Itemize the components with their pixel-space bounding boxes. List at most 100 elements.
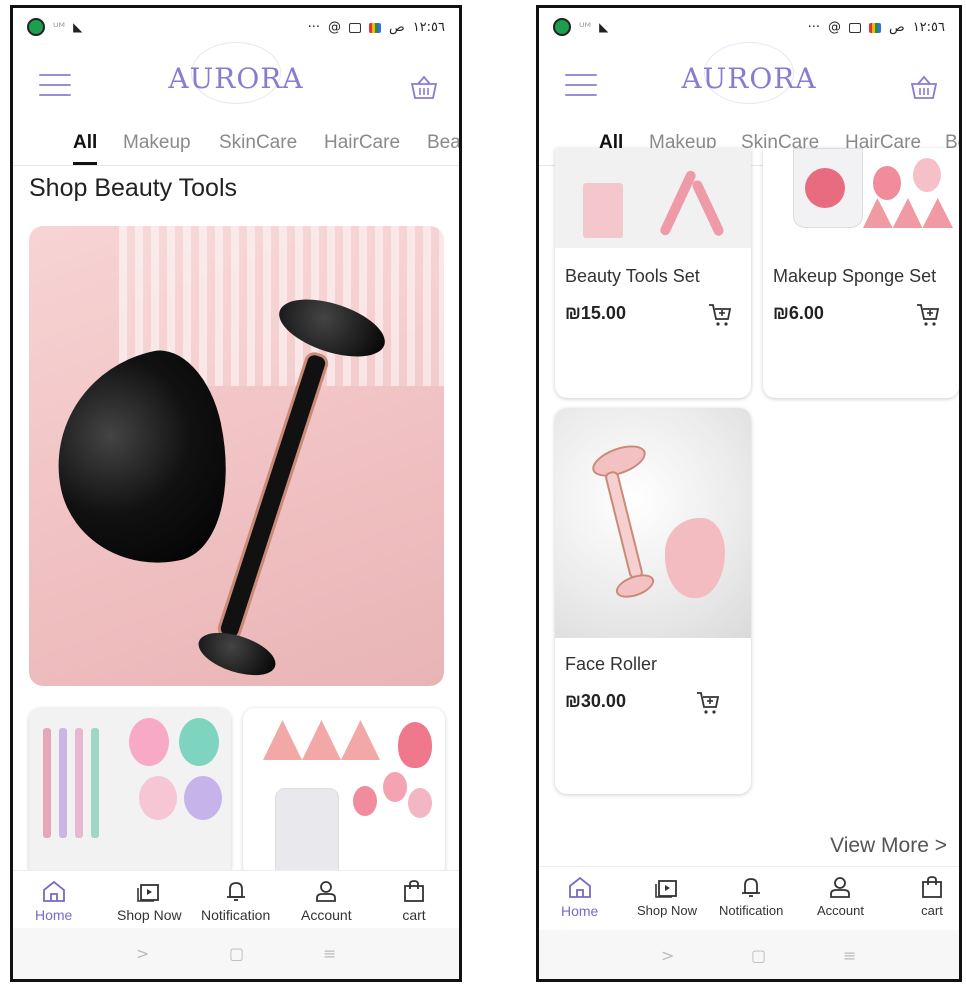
view-more-link[interactable]: View More > (830, 834, 947, 858)
sponge-mint (179, 718, 219, 766)
threads-icon: @ (827, 20, 841, 35)
product-image-beauty-tools-set (555, 148, 751, 248)
brand-logo: AURORA (681, 62, 817, 95)
active-tab-indicator (73, 162, 97, 165)
sponge-coral (398, 722, 432, 768)
nav-notification[interactable]: Notification (719, 875, 783, 918)
phone-screen-home-scrolled: ᵁᴹ ◣ ··· @ ص ١٢:٥٦ AURORA All Makeup Ski… (536, 5, 962, 982)
category-tabs: All Makeup SkinCare HairCare Bea (13, 120, 459, 166)
product-card-sponges[interactable] (243, 708, 445, 878)
shop-now-icon (137, 884, 160, 902)
sponge-jar (275, 788, 339, 878)
product-card-makeup-sponge-set[interactable]: Makeup Sponge Set ₪6.00 (763, 148, 959, 398)
nav-account-label: Account (301, 907, 352, 923)
status-period: ص (888, 20, 905, 35)
system-back-button[interactable]: > (661, 946, 674, 965)
nav-shop-now[interactable]: Shop Now (637, 875, 697, 918)
shopping-bag-icon (922, 876, 942, 898)
system-home-button[interactable]: ▢ (751, 946, 766, 965)
nav-notification-label: Notification (201, 907, 271, 923)
basket-icon[interactable] (909, 74, 939, 100)
product-name: Beauty Tools Set (565, 266, 700, 286)
meet-icon (868, 22, 881, 33)
nav-account[interactable]: Account (817, 875, 864, 918)
product-card-face-roller[interactable]: Face Roller ₪30.00 (555, 408, 751, 794)
system-navigation: > ▢ ≡ (13, 928, 459, 979)
nav-notification[interactable]: Notification (201, 879, 270, 923)
home-icon (568, 876, 591, 898)
phone-screen-home-top: ᵁᴹ ◣ ··· @ ص ١٢:٥٦ AURORA All Makeup Ski… (10, 5, 462, 982)
add-to-cart-icon[interactable] (695, 690, 721, 716)
sponge-pink (129, 718, 169, 766)
brand-logo: AURORA (168, 62, 304, 95)
product-price: ₪6.00 (773, 303, 824, 323)
bell-icon (226, 882, 245, 901)
powder-puff-row (263, 720, 380, 760)
nav-home-label: Home (35, 907, 73, 923)
add-to-cart-icon[interactable] (707, 302, 733, 328)
status-time: ١٢:٥٦ (912, 20, 945, 35)
nav-shop-now[interactable]: Shop Now (117, 879, 182, 923)
product-price: ₪30.00 (565, 691, 626, 711)
basket-icon[interactable] (409, 74, 439, 100)
product-card-tweezers[interactable] (29, 708, 231, 878)
app-status-icon (27, 18, 45, 36)
roller-handle (215, 349, 331, 643)
add-to-cart-icon[interactable] (915, 302, 941, 328)
tweezer-mint (91, 728, 99, 838)
tab-all[interactable]: All (73, 132, 97, 154)
signal-icon: ◣ (73, 20, 83, 34)
product-name: Makeup Sponge Set (773, 266, 937, 286)
hamburger-menu-icon[interactable] (39, 74, 71, 96)
video-icon (848, 22, 861, 33)
nav-cart[interactable]: cart (401, 879, 427, 923)
nav-home-label: Home (561, 903, 599, 919)
nav-home[interactable]: Home (561, 875, 598, 919)
sponge-small-2 (383, 772, 407, 802)
shopping-bag-icon (404, 880, 424, 902)
nav-cart-label: cart (402, 907, 426, 923)
status-time: ١٢:٥٦ (412, 20, 445, 35)
system-navigation: > ▢ ≡ (539, 930, 959, 979)
tab-beauty[interactable]: Bea (427, 132, 459, 154)
app-status-icon (553, 18, 571, 36)
tweezer-pink (43, 728, 51, 838)
wave-status-icon: ᵁᴹ (579, 20, 592, 34)
section-title: Shop Beauty Tools (29, 174, 238, 202)
hero-banner-image[interactable] (29, 226, 444, 686)
nav-home[interactable]: Home (35, 879, 72, 923)
tweezer-purple (59, 728, 67, 838)
threads-icon: @ (327, 20, 341, 35)
tweezer-rose (75, 728, 83, 838)
nav-shop-now-label: Shop Now (117, 907, 182, 923)
home-icon (42, 880, 65, 902)
tab-haircare[interactable]: HairCare (324, 132, 400, 154)
product-name: Face Roller (565, 654, 658, 674)
signal-icon: ◣ (599, 20, 609, 34)
status-period: ص (388, 20, 405, 35)
sponge-small-1 (353, 786, 377, 816)
system-back-button[interactable]: > (136, 944, 149, 963)
product-card-beauty-tools-set[interactable]: Beauty Tools Set ₪15.00 (555, 148, 751, 398)
system-home-button[interactable]: ▢ (229, 944, 244, 963)
system-recents-button[interactable]: ≡ (843, 946, 856, 965)
product-price: ₪15.00 (565, 303, 626, 323)
tab-makeup[interactable]: Makeup (123, 132, 191, 154)
status-more: ··· (807, 20, 820, 35)
nav-account[interactable]: Account (301, 879, 352, 923)
tab-skincare[interactable]: SkinCare (219, 132, 297, 154)
meet-icon (368, 22, 381, 33)
nav-cart-label: cart (921, 903, 943, 918)
shop-now-icon (655, 880, 677, 898)
sponge-lilac (184, 776, 222, 820)
nav-shop-now-label: Shop Now (637, 903, 697, 918)
wave-status-icon: ᵁᴹ (53, 20, 66, 34)
system-recents-button[interactable]: ≡ (323, 944, 336, 963)
hamburger-menu-icon[interactable] (565, 74, 597, 96)
sponge-small-3 (408, 788, 432, 818)
account-icon (830, 877, 851, 898)
sponge-blush (139, 776, 177, 820)
product-image-face-roller (555, 408, 751, 638)
nav-cart[interactable]: cart (919, 875, 945, 918)
app-header: AURORA (13, 42, 459, 120)
